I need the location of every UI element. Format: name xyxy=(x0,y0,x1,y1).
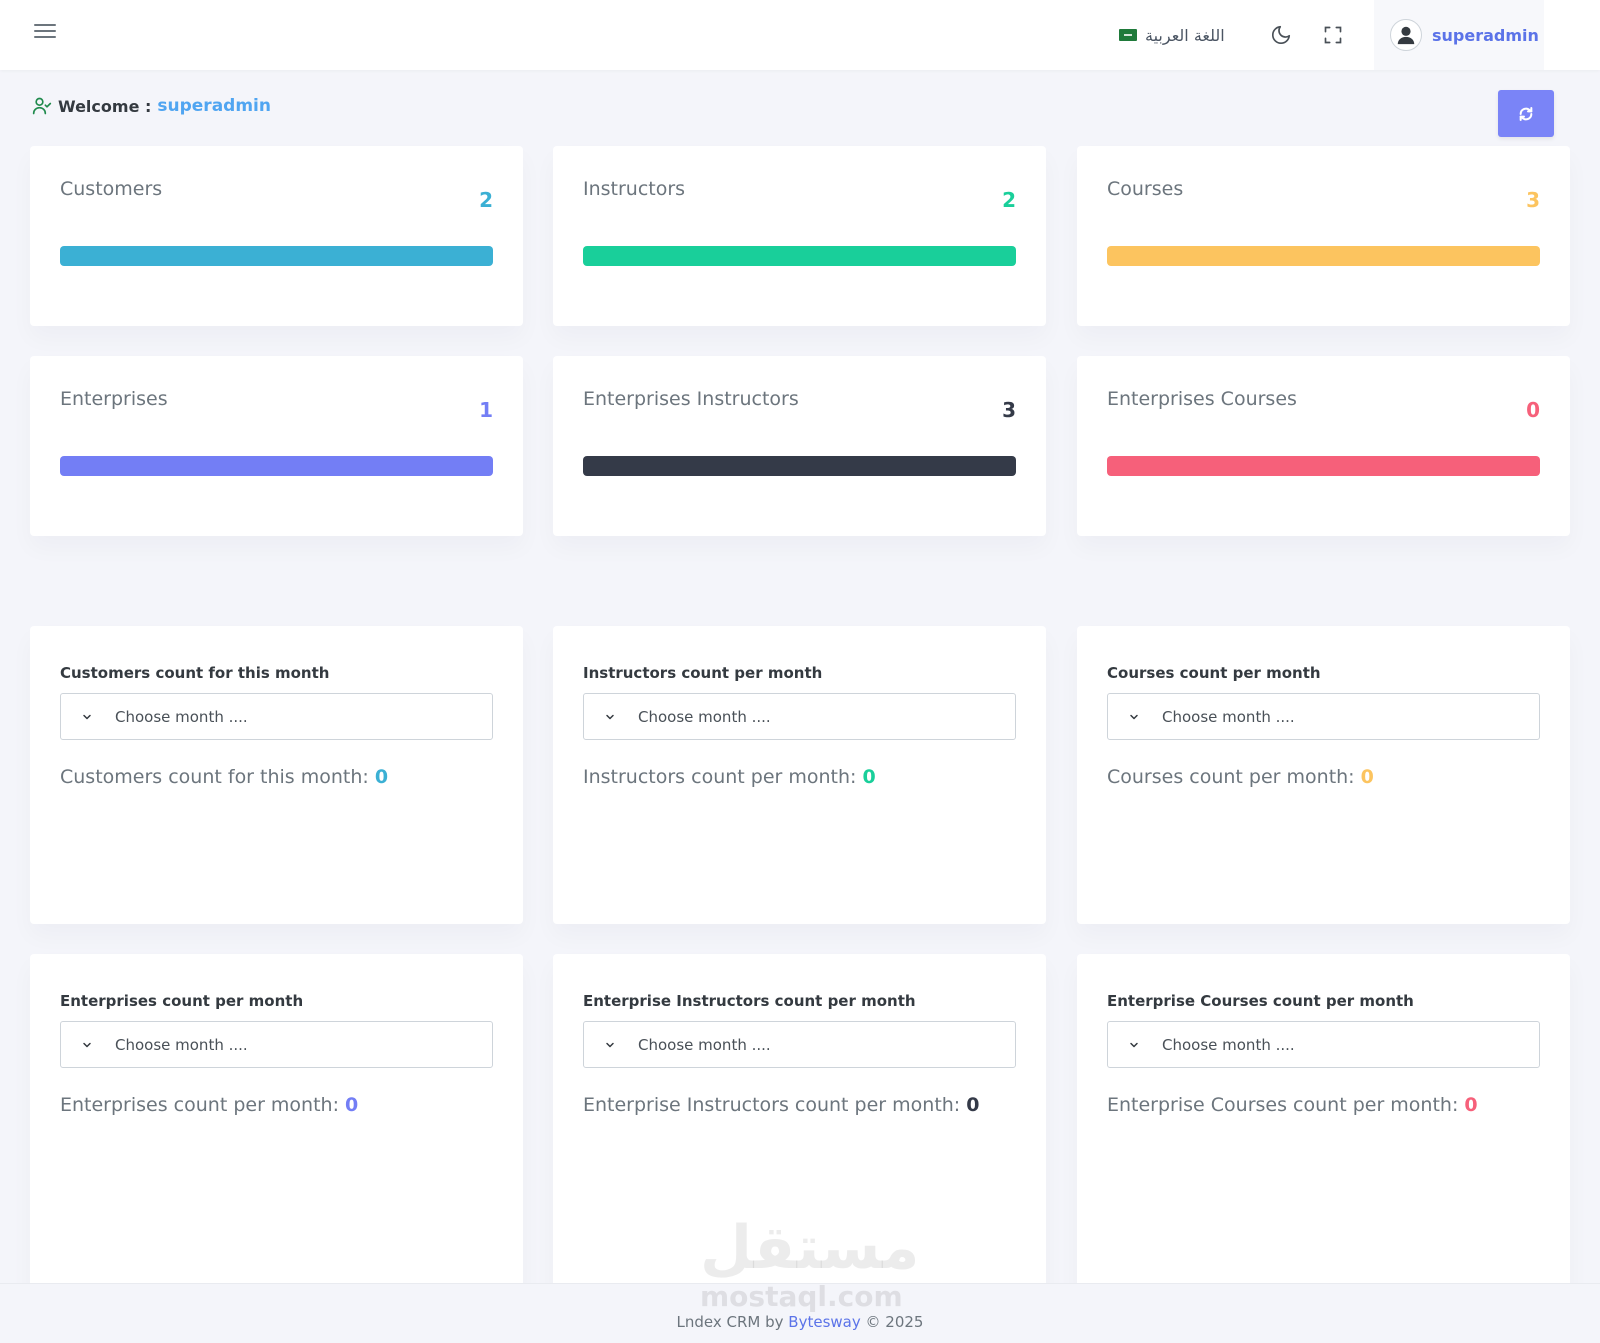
month-select[interactable]: Choose month .... xyxy=(1107,693,1540,740)
stat-card-customers: Customers 2 xyxy=(30,146,523,326)
month-select-placeholder: Choose month .... xyxy=(638,1035,771,1054)
language-switcher[interactable]: اللغة العربية xyxy=(1119,22,1225,48)
stat-card-enterprises-courses: Enterprises Courses 0 xyxy=(1077,356,1570,536)
monthly-result-label: Enterprises count per month: xyxy=(60,1094,339,1116)
monthly-result-label: Enterprise Courses count per month: xyxy=(1107,1094,1459,1116)
month-select-placeholder: Choose month .... xyxy=(1162,707,1295,726)
stat-value: 1 xyxy=(479,398,493,422)
user-avatar-icon xyxy=(1397,26,1415,45)
chevron-down-icon xyxy=(1130,714,1138,719)
hamburger-menu-icon[interactable] xyxy=(34,24,56,46)
stat-title: Customers xyxy=(60,178,163,200)
chevron-down-icon xyxy=(606,714,614,719)
monthly-card-customers: Customers count for this month Choose mo… xyxy=(30,626,523,924)
avatar xyxy=(1390,19,1422,51)
month-select[interactable]: Choose month .... xyxy=(60,693,493,740)
month-select-placeholder: Choose month .... xyxy=(115,1035,248,1054)
dark-mode-toggle[interactable] xyxy=(1268,22,1294,48)
stat-value: 3 xyxy=(1002,398,1016,422)
month-select[interactable]: Choose month .... xyxy=(60,1021,493,1068)
refresh-icon xyxy=(1519,106,1533,121)
monthly-card-title: Instructors count per month xyxy=(583,664,823,682)
month-select-placeholder: Choose month .... xyxy=(638,707,771,726)
monthly-result-label: Customers count for this month: xyxy=(60,766,369,788)
stat-title: Enterprises xyxy=(60,388,168,410)
monthly-result: Enterprise Courses count per month: 0 xyxy=(1107,1094,1478,1116)
monthly-result: Enterprises count per month: 0 xyxy=(60,1094,358,1116)
chevron-down-icon xyxy=(83,714,91,719)
footer-suffix: © 2025 xyxy=(865,1313,924,1331)
monthly-card-title: Courses count per month xyxy=(1107,664,1321,682)
stat-title: Courses xyxy=(1107,178,1184,200)
chevron-down-icon xyxy=(606,1042,614,1047)
fullscreen-button[interactable] xyxy=(1320,22,1346,48)
stat-card-enterprises-instructors: Enterprises Instructors 3 xyxy=(553,356,1046,536)
language-label: اللغة العربية xyxy=(1145,25,1225,45)
welcome-username: superadmin xyxy=(157,96,271,116)
monthly-result-value: 0 xyxy=(374,766,389,788)
stat-value: 2 xyxy=(1002,188,1016,212)
chevron-down-icon xyxy=(83,1042,91,1047)
watermark-subtext: mostaql.com xyxy=(700,1280,903,1313)
monthly-result-label: Enterprise Instructors count per month: xyxy=(583,1094,961,1116)
monthly-card-title: Customers count for this month xyxy=(60,664,330,682)
username: superadmin xyxy=(1432,25,1539,45)
stat-value: 0 xyxy=(1526,398,1540,422)
watermark: مستقل xyxy=(700,1213,920,1283)
stat-card-instructors: Instructors 2 xyxy=(553,146,1046,326)
top-bar: اللغة العربية superadmin xyxy=(0,0,1600,70)
stat-card-enterprises: Enterprises 1 xyxy=(30,356,523,536)
welcome-message: Welcome : superadmin xyxy=(32,96,271,116)
month-select[interactable]: Choose month .... xyxy=(583,693,1016,740)
footer-prefix: Lndex CRM by xyxy=(676,1313,784,1331)
monthly-result-value: 0 xyxy=(1464,1094,1478,1116)
monthly-card-title: Enterprise Instructors count per month xyxy=(583,992,916,1010)
monthly-card-title: Enterprise Courses count per month xyxy=(1107,992,1414,1010)
month-select[interactable]: Choose month .... xyxy=(1107,1021,1540,1068)
monthly-card-enterprises: Enterprises count per month Choose month… xyxy=(30,954,523,1294)
footer-brand-link[interactable]: Bytesway xyxy=(788,1313,860,1331)
stat-value: 2 xyxy=(479,188,493,212)
stat-value: 3 xyxy=(1526,188,1540,212)
monthly-card-enterprise-courses: Enterprise Courses count per month Choos… xyxy=(1077,954,1570,1294)
stat-progress-bar xyxy=(583,246,1016,266)
monthly-result: Instructors count per month: 0 xyxy=(583,766,876,788)
chevron-down-icon xyxy=(1130,1042,1138,1047)
stat-title: Enterprises Instructors xyxy=(583,388,799,410)
saudi-flag-icon xyxy=(1119,29,1137,41)
refresh-button[interactable] xyxy=(1498,90,1554,137)
stat-title: Enterprises Courses xyxy=(1107,388,1297,410)
moon-icon xyxy=(1271,25,1291,45)
stat-progress-bar xyxy=(60,456,493,476)
monthly-card-instructors: Instructors count per month Choose month… xyxy=(553,626,1046,924)
monthly-result-value: 0 xyxy=(1360,766,1374,788)
stat-title: Instructors xyxy=(583,178,686,200)
month-select-placeholder: Choose month .... xyxy=(115,707,248,726)
stat-progress-bar xyxy=(583,456,1016,476)
monthly-result-label: Instructors count per month: xyxy=(583,766,857,788)
stat-progress-bar xyxy=(1107,456,1540,476)
monthly-result-value: 0 xyxy=(345,1094,359,1116)
welcome-label: Welcome : xyxy=(58,96,152,116)
monthly-result: Enterprise Instructors count per month: … xyxy=(583,1094,980,1116)
stat-progress-bar xyxy=(1107,246,1540,266)
user-menu[interactable]: superadmin xyxy=(1374,0,1544,70)
month-select[interactable]: Choose month .... xyxy=(583,1021,1016,1068)
monthly-result-value: 0 xyxy=(966,1094,980,1116)
monthly-result-value: 0 xyxy=(862,766,876,788)
monthly-result: Customers count for this month: 0 xyxy=(60,766,388,788)
fullscreen-icon xyxy=(1324,26,1342,44)
stat-progress-bar xyxy=(60,246,493,266)
monthly-card-title: Enterprises count per month xyxy=(60,992,304,1010)
monthly-card-courses: Courses count per month Choose month ...… xyxy=(1077,626,1570,924)
user-check-icon xyxy=(32,97,52,115)
stat-card-courses: Courses 3 xyxy=(1077,146,1570,326)
month-select-placeholder: Choose month .... xyxy=(1162,1035,1295,1054)
monthly-result: Courses count per month: 0 xyxy=(1107,766,1374,788)
monthly-result-label: Courses count per month: xyxy=(1107,766,1355,788)
